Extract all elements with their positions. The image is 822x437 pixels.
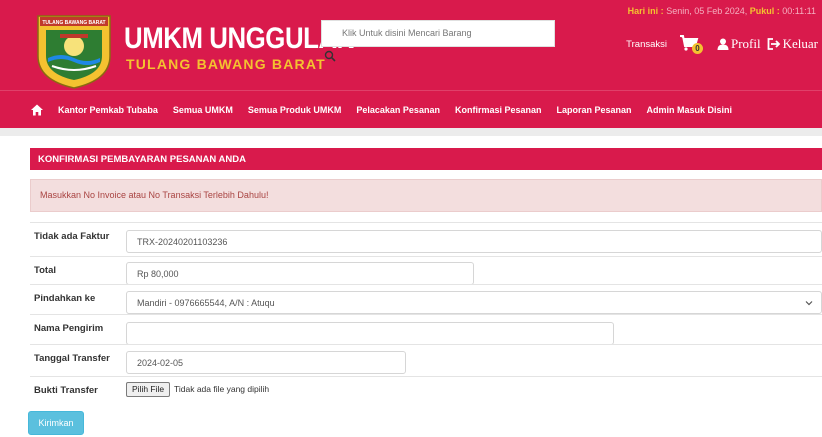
faktur-row: Tidak ada Faktur TRX-20240201103236 [30,222,822,258]
date-value: Senin, 05 Feb 2024, [666,6,748,16]
nav-konfirmasi-pesanan[interactable]: Konfirmasi Pesanan [455,105,542,115]
faktur-label: Tidak ada Faktur [34,231,110,242]
home-icon[interactable] [30,103,44,117]
file-status: Tidak ada file yang dipilih [174,384,270,394]
choose-file-button[interactable]: Pilih File [126,382,171,397]
tanggal-label: Tanggal Transfer [34,353,110,364]
total-row: Total Rp 80,000 [30,256,822,286]
pengirim-row: Nama Pengirim [30,314,822,348]
brand-subtitle: TULANG BAWANG BARAT [126,56,326,72]
time-value: 00:11:11 [782,6,816,16]
alert-message: Masukkan No Invoice atau No Transaksi Te… [30,179,822,212]
faktur-field[interactable]: TRX-20240201103236 [126,230,822,253]
time-label: Pukul : [749,6,780,16]
nav-kantor-pemkab[interactable]: Kantor Pemkab Tubaba [58,105,158,115]
nama-pengirim-field[interactable] [126,322,614,345]
total-field[interactable]: Rp 80,000 [126,262,474,285]
profil-link[interactable]: Profil [717,36,761,52]
chevron-down-icon [805,301,813,306]
profil-label: Profil [731,36,761,51]
cart-button[interactable]: 0 [679,34,703,54]
search-input[interactable]: Klik Untuk disini Mencari Barang [321,20,555,47]
tanggal-row: Tanggal Transfer 2024-02-05 [30,344,822,378]
bank-select-value: Mandiri - 0976665544, A/N : Atuqu [137,298,275,308]
date-time-line: Hari ini : Senin, 05 Feb 2024, Pukul : 0… [628,6,816,16]
header: TULANG BAWANG BARAT UMKM UNGGULAN TULANG… [0,0,822,90]
pindahkan-row: Pindahkan ke Mandiri - 0976665544, A/N :… [30,284,822,316]
pengirim-label: Nama Pengirim [34,323,104,334]
pindahkan-label: Pindahkan ke [34,293,96,304]
main-navbar: Kantor Pemkab Tubaba Semua UMKM Semua Pr… [0,90,822,128]
search-placeholder: Klik Untuk disini Mencari Barang [342,28,472,38]
keluar-label: Keluar [782,36,818,51]
nav-laporan-pesanan[interactable]: Laporan Pesanan [556,105,631,115]
user-icon [717,38,729,50]
search-icon[interactable] [324,50,336,62]
cart-count-badge: 0 [692,43,703,54]
date-label: Hari ini : [627,6,664,16]
tubaba-logo[interactable]: TULANG BAWANG BARAT [34,12,114,90]
bukti-row: Bukti Transfer Pilih File Tidak ada file… [30,376,822,402]
transaksi-link[interactable]: Transaksi [626,39,667,50]
nav-pelacakan-pesanan[interactable]: Pelacakan Pesanan [356,105,440,115]
nav-admin-masuk[interactable]: Admin Masuk Disini [647,105,733,115]
logout-icon [767,38,780,50]
tanggal-transfer-field[interactable]: 2024-02-05 [126,351,406,374]
bank-select[interactable]: Mandiri - 0976665544, A/N : Atuqu [126,291,822,314]
nav-semua-umkm[interactable]: Semua UMKM [173,105,233,115]
bukti-label: Bukti Transfer [34,385,98,396]
total-label: Total [34,265,56,276]
submit-button[interactable]: Kirimkan [28,411,84,435]
panel-title: KONFIRMASI PEMBAYARAN PESANAN ANDA [30,148,822,170]
divider-band [0,128,822,136]
logo-banner-text: TULANG BAWANG BARAT [42,20,105,26]
nav-semua-produk[interactable]: Semua Produk UMKM [248,105,342,115]
header-actions: Transaksi 0 Profil Keluar [626,34,818,54]
keluar-link[interactable]: Keluar [767,36,818,52]
